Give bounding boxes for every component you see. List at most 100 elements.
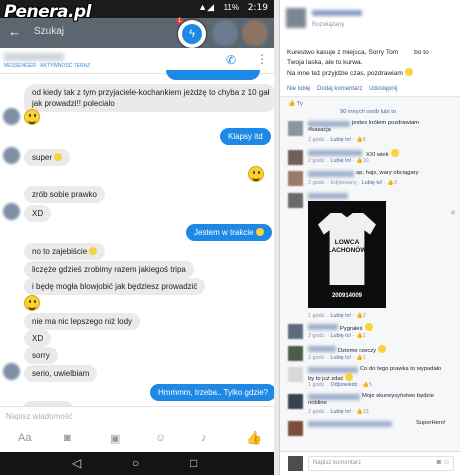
message-bubble-in: no to zajebiście (24, 243, 106, 260)
smile-emoji-icon (89, 247, 98, 255)
comment-composer: Napisz komentarz ◙ ☺ (280, 451, 460, 475)
message-bubble-in: XD (24, 205, 52, 222)
comment-text: jestes królem pozdrawiam (352, 120, 420, 126)
post-text: Kurestwo kasuje z miejsca, Sorry Tom bo … (287, 49, 429, 77)
gallery-icon[interactable]: ▣ (110, 432, 120, 445)
message-composer[interactable]: Napisz wiadomość (0, 406, 274, 426)
smile-emoji-icon (24, 295, 40, 311)
comment-meta: 1 godz. · Odpowiedz · 👍5 (308, 382, 372, 388)
emoji-icon[interactable]: ☺ (443, 459, 450, 466)
contact-avatar (3, 108, 20, 125)
shirt-line2: LACHONÓW (327, 247, 367, 254)
smile-emoji-icon (404, 68, 413, 76)
commenter-avatar (288, 394, 303, 409)
commenter-name-redacted (308, 421, 392, 427)
thumbs-up-icon[interactable]: 👍 (246, 430, 262, 446)
chat-head-avatar[interactable] (212, 20, 238, 46)
phone-call-icon[interactable]: ✆ (226, 53, 236, 67)
comment-meta: 2 godz. · Lubię to! · 👍1 (308, 333, 366, 339)
commenter-avatar (288, 421, 303, 436)
back-nav-icon[interactable]: ◁ (72, 456, 81, 470)
smile-emoji-icon (248, 166, 264, 182)
smile-emoji-icon (378, 345, 387, 353)
unlike-link[interactable]: Nie lubię (287, 86, 310, 92)
comment-text: XXI wiek (366, 149, 399, 158)
messenger-chat-head[interactable]: ϟ 1 (176, 18, 206, 48)
poster-name-redacted (312, 10, 362, 16)
message-bubble-out: Hmmmm, trzeba.. Tylko gdzie? (150, 384, 274, 401)
emoji-icon[interactable]: ☺ (155, 432, 166, 444)
arrow-left-icon[interactable]: ← (8, 24, 21, 39)
commenter-avatar (288, 171, 303, 186)
watermark: Penera.pl (4, 2, 91, 22)
post-meta: Rozwiązany (312, 22, 345, 28)
battery-level: 11% (223, 3, 239, 12)
comment-meta: 1 godz. · Lubię to! · 👍2 (308, 313, 366, 319)
photo-caption-number: 200914009 (331, 293, 363, 299)
messenger-phone: Penera.pl ▲◢ 11% 2:19 ← Szukaj ϟ 1 MESSE… (0, 0, 274, 475)
commenter-avatar (288, 324, 303, 339)
text-format-icon[interactable]: Aa (18, 432, 31, 444)
add-comment-link[interactable]: Dodaj komentarz (317, 86, 362, 92)
composer-toolbar: Aa ◙ ▣ ☺ ♪ 👍 (0, 426, 274, 452)
message-bubble-in: super (24, 149, 71, 166)
message-bubble-out-partial (166, 70, 260, 80)
message-bubble-out: Jestem w trakcie (186, 224, 272, 241)
poster-avatar (286, 8, 306, 28)
message-bubble-in: zrób sobie prawko (24, 186, 105, 203)
comment-text: Co do tego prawka to wypadało (360, 366, 442, 372)
commenter-name-redacted (308, 324, 338, 330)
smile-emoji-icon (390, 149, 399, 157)
home-nav-icon[interactable]: ○ (132, 456, 139, 470)
likes-summary[interactable]: 90 innych osób lubi to (340, 109, 396, 115)
camera-icon[interactable]: ◙ (437, 459, 441, 466)
comment-photo[interactable]: LOWCA LACHONÓW 200914009 (308, 201, 386, 308)
user-avatar (288, 456, 303, 471)
android-nav-bar: ◁ ○ □ (0, 452, 274, 475)
chat-head-avatar[interactable] (242, 20, 268, 46)
contact-avatar (3, 147, 20, 164)
clock: 2:19 (247, 3, 268, 13)
more-options-icon[interactable]: ⋮ (256, 52, 268, 66)
microphone-icon[interactable]: ♪ (201, 432, 207, 444)
message-bubble-in: serio, uwielbiam (24, 365, 98, 382)
commenter-avatar (288, 193, 303, 208)
message-bubble-in: od kiedy tak z tym przyjaciele-kochankie… (24, 84, 274, 112)
comment-input[interactable]: Napisz komentarz ◙ ☺ (308, 456, 454, 471)
camera-icon[interactable]: ◙ (64, 432, 71, 444)
contact-name-redacted (4, 53, 64, 61)
notification-badge: 1 (176, 18, 184, 24)
message-bubble-in: nie ma nic lepszego niż lody (24, 313, 141, 330)
search-input[interactable]: Szukaj (34, 26, 64, 37)
facebook-post-panel: Rozwiązany Kurestwo kasuje z miejsca, So… (279, 0, 460, 475)
commenter-avatar (288, 346, 303, 361)
message-bubble-in: sorry (24, 347, 58, 364)
comment-meta: 2 godz. · Lubię to! · 👍13 (308, 409, 369, 415)
conversation-subtitle: MESSENGER · AKTYWNOŚĆ TERAZ (4, 63, 91, 69)
comment-text: SuperHero! (416, 420, 446, 426)
smile-emoji-icon (24, 109, 40, 125)
comment-text-line2: nobline (308, 400, 327, 406)
post-actions: Nie lubię Dodaj komentarz Udostępnij (287, 86, 402, 92)
comment-meta: 2 godz. · Lubię to! · 👍10 (308, 158, 369, 164)
comment-meta: 2 godz. · Lubię to! · 👍1 (308, 355, 366, 361)
commenter-avatar (288, 150, 303, 165)
message-bubble-in: liczęże gdzieś zrobimy razem jakiegoś tr… (24, 261, 194, 278)
message-bubble-out: Klapsy itd (220, 128, 271, 145)
smile-emoji-icon (364, 323, 373, 331)
message-bubble-in: i będę mogła blowjobić jak będziesz prow… (24, 278, 206, 295)
message-input[interactable]: Napisz wiadomość (6, 412, 73, 421)
comment-text: ap, hajs, wary obciągary (356, 170, 419, 176)
comment-text: Moje skurwysyństwo będzie (362, 393, 434, 399)
commenter-name-redacted (308, 193, 348, 199)
recents-nav-icon[interactable]: □ (190, 456, 197, 470)
close-icon[interactable]: ✕ (450, 209, 456, 217)
comment-text: Dzieme rzeczy (338, 345, 387, 354)
contact-avatar (3, 203, 20, 220)
smile-emoji-icon (54, 153, 63, 161)
comment-text: Pygrałeś (340, 323, 373, 332)
screenshot-collage: Penera.pl ▲◢ 11% 2:19 ← Szukaj ϟ 1 MESSE… (0, 0, 460, 475)
commenter-name-redacted (308, 346, 336, 352)
comment-text-line2: #kasacja (308, 127, 331, 133)
share-link[interactable]: Udostępnij (369, 86, 397, 92)
